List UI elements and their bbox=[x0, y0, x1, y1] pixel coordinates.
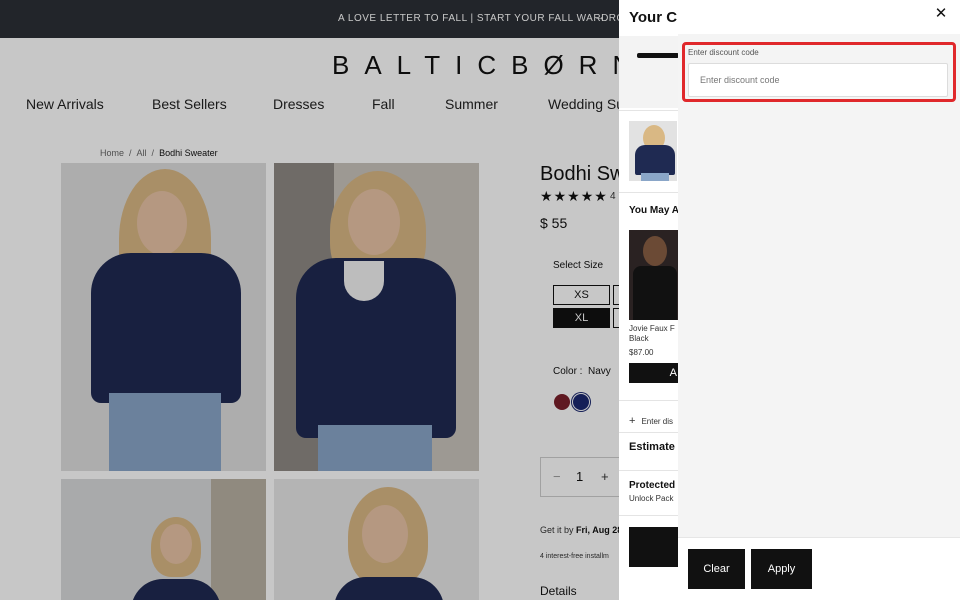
recommendation-price: $87.00 bbox=[629, 348, 654, 357]
divider bbox=[619, 110, 679, 111]
discount-toggle[interactable]: + Enter dis bbox=[629, 415, 673, 427]
divider bbox=[619, 515, 679, 516]
recommendation-add-button[interactable]: A bbox=[629, 363, 679, 383]
free-shipping-progress bbox=[619, 36, 679, 108]
cart-content-column: You May A Jovie Faux F Black $87.00 A + E… bbox=[619, 0, 679, 600]
recommendation-name-line2: Black bbox=[629, 334, 649, 343]
close-icon[interactable]: ✕ bbox=[933, 6, 949, 22]
divider bbox=[619, 432, 679, 433]
protected-heading: Protected bbox=[629, 480, 676, 491]
progress-bar-fill bbox=[637, 53, 679, 58]
recommendation-name[interactable]: Jovie Faux F Black bbox=[629, 324, 675, 344]
recommendation-image[interactable] bbox=[629, 230, 679, 320]
recommendation-name-line1: Jovie Faux F bbox=[629, 324, 675, 333]
unlock-text: Unlock Pack bbox=[629, 494, 674, 503]
you-may-also-like-heading: You May A bbox=[629, 205, 679, 216]
divider bbox=[619, 470, 679, 471]
discount-toggle-label: Enter dis bbox=[641, 417, 674, 426]
clear-button[interactable]: Clear bbox=[688, 549, 745, 589]
input-highlight-box bbox=[682, 42, 956, 102]
estimate-heading[interactable]: Estimate bbox=[629, 441, 675, 453]
discount-panel bbox=[678, 34, 960, 600]
apply-button[interactable]: Apply bbox=[751, 549, 812, 589]
checkout-button[interactable] bbox=[629, 527, 679, 567]
cart-item-thumbnail[interactable] bbox=[629, 121, 677, 181]
plus-icon: + bbox=[629, 415, 636, 427]
divider bbox=[619, 192, 679, 193]
divider bbox=[619, 400, 679, 401]
